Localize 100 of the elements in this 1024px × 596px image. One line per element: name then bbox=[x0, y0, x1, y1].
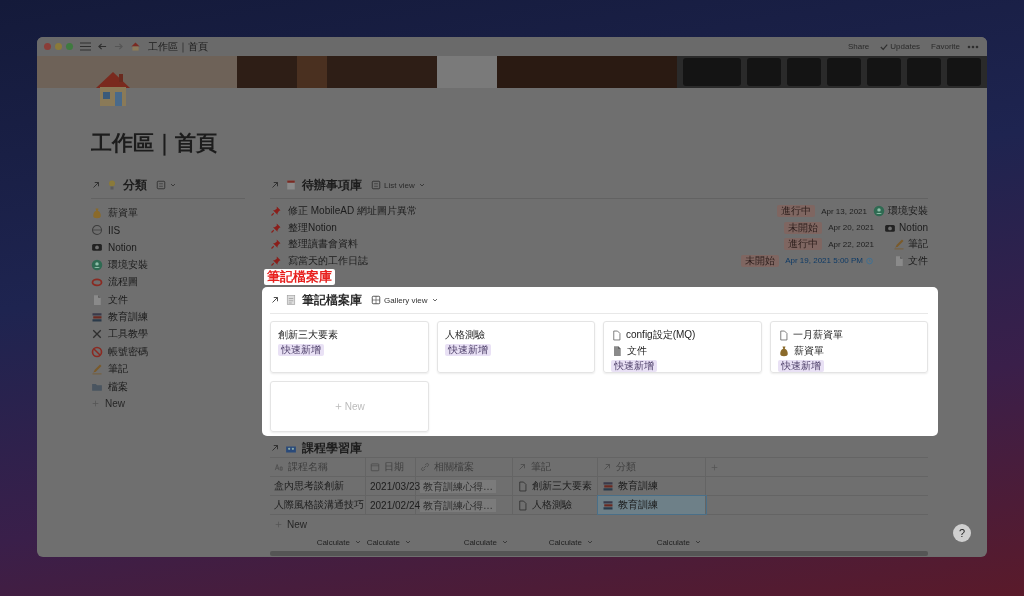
view-button[interactable] bbox=[156, 180, 177, 190]
link-arrow-icon bbox=[270, 180, 280, 190]
plus-icon bbox=[91, 399, 100, 409]
gallery-card[interactable]: config設定(MQ) 文件 快速新增 bbox=[603, 321, 762, 373]
table-cell[interactable]: 教育訓練 bbox=[598, 496, 706, 514]
relation-chip[interactable]: 教育訓練心得… bbox=[420, 498, 496, 512]
category-item[interactable]: 筆記 bbox=[91, 360, 245, 378]
card-title: 人格測驗 bbox=[444, 328, 485, 342]
status-tag: 進行中 bbox=[784, 238, 823, 251]
pen-icon bbox=[91, 363, 103, 376]
house-icon bbox=[130, 41, 141, 52]
menu-icon[interactable] bbox=[80, 42, 91, 51]
section-title: 筆記檔案庫 bbox=[302, 291, 362, 309]
gallery-card[interactable]: 創新三大要素 快速新增 bbox=[270, 321, 429, 373]
card-title: config設定(MQ) bbox=[626, 328, 696, 342]
calculate-button[interactable]: Calculate bbox=[513, 533, 598, 551]
tag: 快速新增 bbox=[777, 360, 824, 372]
card-title: 一月薪資單 bbox=[792, 328, 843, 342]
notepad-icon bbox=[285, 294, 297, 306]
category-item[interactable]: 流程圖 bbox=[91, 273, 245, 291]
new-row-button[interactable]: New bbox=[270, 515, 311, 533]
lightbulb-icon bbox=[106, 179, 118, 191]
notepad-icon bbox=[285, 179, 297, 191]
category-item[interactable]: IIS bbox=[91, 221, 245, 239]
calculate-button[interactable]: Calculate bbox=[270, 533, 366, 551]
caret-icon bbox=[694, 538, 702, 546]
caret-icon bbox=[430, 296, 439, 304]
minimize-button[interactable] bbox=[55, 43, 62, 50]
books-icon bbox=[602, 480, 614, 492]
category-link[interactable]: 文件 bbox=[880, 253, 928, 268]
globe-icon bbox=[91, 224, 103, 237]
relation-arrow-icon bbox=[602, 462, 612, 472]
page-icon bbox=[777, 329, 789, 341]
page-icon bbox=[611, 329, 622, 341]
section-title: 待辦事項庫 bbox=[302, 176, 362, 194]
camera-icon bbox=[91, 241, 103, 254]
pin-icon bbox=[270, 205, 282, 218]
task-title[interactable]: 寫當天的工作日誌 bbox=[288, 253, 736, 268]
help-button[interactable]: ? bbox=[953, 524, 971, 542]
text-property-icon bbox=[274, 462, 284, 472]
due-date: Apr 20, 2021 bbox=[828, 223, 874, 233]
updates-button[interactable]: Updates bbox=[880, 42, 921, 51]
document-icon bbox=[893, 254, 905, 267]
link-arrow-icon bbox=[91, 180, 101, 190]
check-icon bbox=[880, 42, 889, 51]
back-icon[interactable] bbox=[98, 42, 107, 51]
pin-icon bbox=[270, 238, 282, 251]
category-item[interactable]: 薪資單 bbox=[91, 204, 245, 222]
card-category: 薪資單 bbox=[793, 344, 824, 358]
money-bag-icon bbox=[91, 206, 103, 219]
status-tag: 進行中 bbox=[777, 205, 816, 218]
category-item[interactable]: Notion bbox=[91, 238, 245, 257]
table-cell: 人際風格談溝通技巧 bbox=[270, 496, 366, 514]
category-item[interactable]: 帳號密碼 bbox=[91, 343, 245, 361]
caret-icon bbox=[354, 538, 362, 546]
category-link[interactable]: 環境安裝 bbox=[873, 204, 928, 219]
gallery-card[interactable]: 一月薪資單 薪資單 快速新增 bbox=[769, 321, 928, 373]
tag: 快速新增 bbox=[611, 360, 657, 372]
document-icon bbox=[91, 293, 103, 306]
money-bag-icon bbox=[777, 345, 790, 357]
more-icon[interactable] bbox=[967, 44, 979, 49]
calculate-button[interactable]: Calculate bbox=[598, 533, 706, 551]
view-button[interactable]: Gallery view bbox=[371, 295, 439, 305]
plus-icon bbox=[710, 462, 719, 472]
task-title[interactable]: 整理讀書會資料 bbox=[288, 237, 779, 252]
new-item-button[interactable]: New bbox=[91, 395, 245, 413]
plus-icon bbox=[333, 402, 343, 411]
link-arrow-icon bbox=[270, 295, 280, 305]
relation-chip[interactable]: 教育訓練心得… bbox=[420, 479, 496, 493]
category-link[interactable]: Notion bbox=[880, 221, 928, 234]
section-title: 課程學習庫 bbox=[302, 439, 362, 457]
books-icon bbox=[602, 499, 614, 511]
books-icon bbox=[91, 311, 103, 324]
pin-icon bbox=[270, 221, 282, 234]
close-button[interactable] bbox=[44, 43, 51, 50]
status-tag: 未開始 bbox=[784, 221, 823, 234]
link-arrow-icon bbox=[270, 443, 280, 453]
gallery-card[interactable]: 人格測驗 快速新增 bbox=[436, 321, 595, 373]
due-date: Apr 22, 2021 bbox=[828, 239, 874, 249]
relation-arrow-icon bbox=[517, 462, 527, 472]
calculate-button[interactable]: Calculate bbox=[416, 533, 513, 551]
alarm-icon bbox=[865, 256, 874, 266]
topbar-button[interactable]: Favorite bbox=[931, 42, 960, 51]
task-title[interactable]: 整理Notion bbox=[288, 220, 779, 235]
category-item[interactable]: 檔案 bbox=[91, 377, 245, 396]
category-item[interactable]: 教育訓練 bbox=[91, 308, 245, 326]
category-item[interactable]: 環境安裝 bbox=[91, 256, 245, 274]
new-card-button[interactable]: New bbox=[270, 381, 429, 432]
task-title[interactable]: 修正 MobileAD 網址圖片異常 bbox=[288, 204, 772, 219]
table-cell: 創新三大要素 bbox=[513, 477, 598, 495]
breadcrumb[interactable]: 工作區｜首頁 bbox=[148, 39, 208, 54]
user-circle-icon bbox=[91, 258, 103, 271]
calculate-button[interactable]: Calculate bbox=[366, 533, 416, 551]
due-date: Apr 19, 2021 5:00 PM bbox=[785, 256, 874, 266]
ring-icon bbox=[91, 276, 103, 289]
scrollbar[interactable] bbox=[270, 551, 928, 556]
page-icon bbox=[517, 480, 528, 492]
zoom-button[interactable] bbox=[66, 43, 73, 50]
category-link[interactable]: 筆記 bbox=[880, 237, 928, 252]
category-item[interactable]: 文件 bbox=[91, 290, 245, 309]
